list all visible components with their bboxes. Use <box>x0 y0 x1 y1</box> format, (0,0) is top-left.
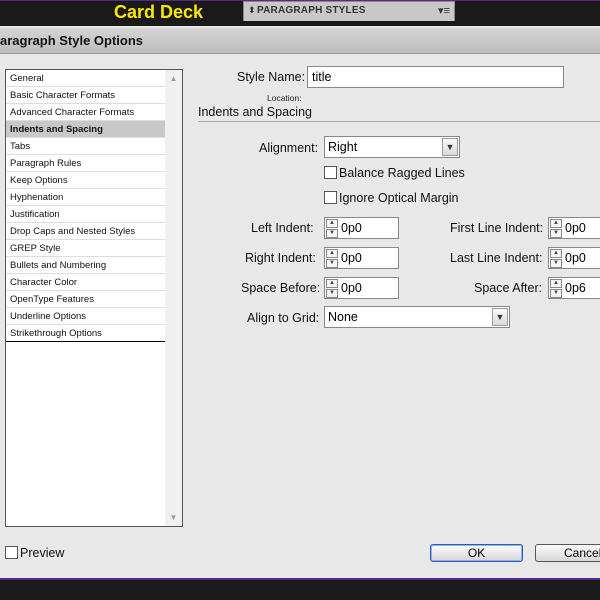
preview-label[interactable]: Preview <box>20 546 64 560</box>
balance-ragged-lines-label[interactable]: Balance Ragged Lines <box>339 166 465 180</box>
align-to-grid-select[interactable]: None ▼ <box>324 306 510 328</box>
scroll-up-icon[interactable]: ▲ <box>166 71 181 86</box>
category-list[interactable]: General Basic Character Formats Advanced C… <box>5 69 183 527</box>
last-line-indent-stepper[interactable]: ▲ ▼ <box>550 248 564 268</box>
spin-up-icon[interactable]: ▲ <box>326 279 338 288</box>
alignment-value: Right <box>328 140 358 154</box>
spin-down-icon[interactable]: ▼ <box>550 289 562 298</box>
last-line-indent-label: Last Line Indent: <box>450 251 543 265</box>
sidebar-item[interactable]: Character Color <box>6 274 165 291</box>
dialog-title-bar[interactable]: aragraph Style Options <box>0 28 600 54</box>
style-name-label: Style Name: <box>237 70 306 84</box>
sidebar-item[interactable]: Indents and Spacing <box>6 121 165 138</box>
left-indent-stepper[interactable]: ▲ ▼ <box>326 218 340 238</box>
scroll-down-icon[interactable]: ▼ <box>166 510 181 525</box>
space-after-stepper[interactable]: ▲ ▼ <box>550 278 564 298</box>
sidebar-item[interactable]: Basic Character Formats <box>6 87 165 104</box>
spin-down-icon[interactable]: ▼ <box>326 259 338 268</box>
sidebar-item[interactable]: Drop Caps and Nested Styles <box>6 223 165 240</box>
style-name-input[interactable]: title <box>307 66 564 88</box>
collapse-arrows-icon[interactable]: ⬍ <box>248 5 256 16</box>
spin-down-icon[interactable]: ▼ <box>326 289 338 298</box>
align-to-grid-label: Align to Grid: <box>247 311 320 325</box>
space-before-stepper[interactable]: ▲ ▼ <box>326 278 340 298</box>
panel-menu-icon[interactable]: ▾≡ <box>438 4 450 17</box>
section-title: Indents and Spacing <box>198 105 312 119</box>
document-title: Card Deck <box>114 2 204 22</box>
spin-up-icon[interactable]: ▲ <box>550 249 562 258</box>
right-indent-label: Right Indent: <box>245 251 316 265</box>
align-to-grid-value: None <box>328 310 358 324</box>
sidebar-item[interactable]: GREP Style <box>6 240 165 257</box>
space-before-label: Space Before: <box>241 281 321 295</box>
ignore-optical-margin-label[interactable]: Ignore Optical Margin <box>339 191 459 205</box>
bottom-strip <box>0 578 600 600</box>
sidebar-item[interactable]: Tabs <box>6 138 165 155</box>
space-after-label: Space After: <box>474 281 543 295</box>
sidebar-item[interactable]: OpenType Features <box>6 291 165 308</box>
spin-down-icon[interactable]: ▼ <box>326 229 338 238</box>
alignment-label: Alignment: <box>259 141 319 155</box>
sidebar-item[interactable]: General <box>6 70 165 87</box>
sidebar-item[interactable]: Bullets and Numbering <box>6 257 165 274</box>
category-list-items: General Basic Character Formats Advanced C… <box>6 70 166 526</box>
sidebar-item[interactable]: Underline Options <box>6 308 165 325</box>
preview-checkbox[interactable] <box>5 546 18 559</box>
sidebar-item[interactable]: Justification <box>6 206 165 223</box>
first-line-indent-stepper[interactable]: ▲ ▼ <box>550 218 564 238</box>
ignore-optical-margin-checkbox[interactable] <box>324 191 337 204</box>
spin-down-icon[interactable]: ▼ <box>550 229 562 238</box>
left-indent-label: Left Indent: <box>251 221 314 235</box>
spin-down-icon[interactable]: ▼ <box>550 259 562 268</box>
sidebar-item[interactable]: Keep Options <box>6 172 165 189</box>
location-label: Location: <box>267 93 302 103</box>
application-bar: Card Deck ⬍ PARAGRAPH STYLES ▾≡ <box>0 0 600 26</box>
spin-up-icon[interactable]: ▲ <box>326 249 338 258</box>
sidebar-item[interactable]: Paragraph Rules <box>6 155 165 172</box>
accent-line <box>0 578 600 580</box>
category-list-scrollbar[interactable]: ▲ ▼ <box>165 70 182 526</box>
list-end-divider <box>6 341 165 342</box>
sidebar-item[interactable]: Hyphenation <box>6 189 165 206</box>
dialog-title: aragraph Style Options <box>0 33 144 48</box>
cancel-button[interactable]: Cancel <box>535 544 600 562</box>
ok-button[interactable]: OK <box>430 544 523 562</box>
sidebar-item[interactable]: Advanced Character Formats <box>6 104 165 121</box>
right-indent-stepper[interactable]: ▲ ▼ <box>326 248 340 268</box>
section-divider <box>198 121 600 122</box>
sidebar-item[interactable]: Strikethrough Options <box>6 325 165 342</box>
alignment-select[interactable]: Right ▼ <box>324 136 460 158</box>
spin-up-icon[interactable]: ▲ <box>550 279 562 288</box>
panel-tab-label: PARAGRAPH STYLES <box>257 5 366 16</box>
balance-ragged-lines-checkbox[interactable] <box>324 166 337 179</box>
first-line-indent-label: First Line Indent: <box>450 221 544 235</box>
spin-up-icon[interactable]: ▲ <box>326 219 338 228</box>
chevron-down-icon[interactable]: ▼ <box>442 138 458 156</box>
spin-up-icon[interactable]: ▲ <box>550 219 562 228</box>
paragraph-styles-panel-tab[interactable]: ⬍ PARAGRAPH STYLES ▾≡ <box>243 1 455 21</box>
chevron-down-icon[interactable]: ▼ <box>492 308 508 326</box>
